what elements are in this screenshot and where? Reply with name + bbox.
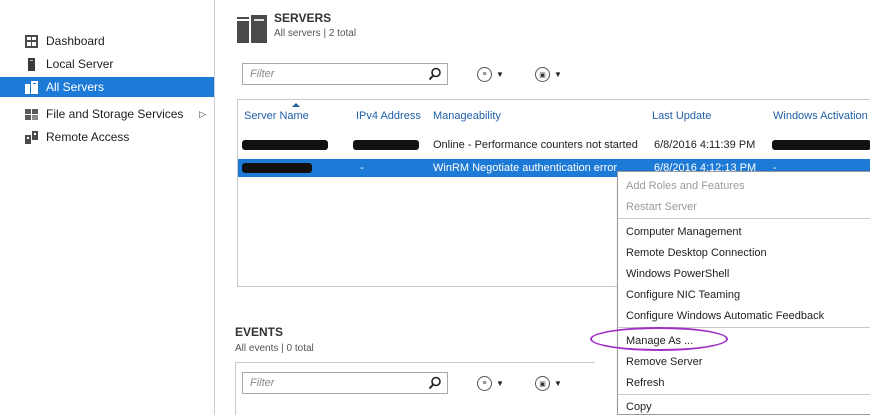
save-query-button[interactable]: ▣ ▼ bbox=[535, 67, 562, 82]
sidebar-item-all-servers[interactable]: All Servers bbox=[0, 77, 214, 97]
redacted-server-name bbox=[242, 163, 312, 173]
sidebar-item-file-storage[interactable]: File and Storage Services ▷ bbox=[0, 104, 214, 124]
cell-manageability: WinRM Negotiate authentication error bbox=[433, 162, 618, 174]
table-row[interactable]: Online - Performance counters not starte… bbox=[238, 136, 870, 154]
cell-last-update: 6/8/2016 4:11:39 PM bbox=[654, 139, 756, 151]
list-icon: ≡ bbox=[477, 376, 492, 391]
servers-subtitle: All servers | 2 total bbox=[274, 28, 357, 39]
menu-item-restart-server[interactable]: Restart Server bbox=[626, 201, 697, 213]
sidebar: Dashboard Local Server All Servers File … bbox=[0, 0, 215, 415]
chevron-down-icon: ▼ bbox=[554, 379, 562, 388]
redacted-ipv4 bbox=[353, 140, 419, 150]
events-filter-input[interactable] bbox=[243, 373, 423, 393]
menu-item-remove-server[interactable]: Remove Server bbox=[626, 356, 702, 368]
dashboard-icon bbox=[25, 34, 38, 48]
menu-separator bbox=[618, 394, 870, 395]
chevron-down-icon: ▼ bbox=[496, 379, 504, 388]
cell-ipv4: - bbox=[360, 162, 364, 174]
column-header-manageability[interactable]: Manageability bbox=[433, 110, 501, 122]
chevron-right-icon: ▷ bbox=[199, 108, 206, 119]
redacted-activation bbox=[772, 140, 870, 150]
servers-filter-box bbox=[242, 63, 448, 85]
menu-separator bbox=[618, 327, 870, 328]
sort-ascending-icon bbox=[292, 103, 300, 107]
events-filter-box bbox=[242, 372, 448, 394]
sidebar-item-label: File and Storage Services bbox=[46, 107, 184, 121]
events-save-query-button[interactable]: ▣ ▼ bbox=[535, 376, 562, 391]
menu-item-computer-management[interactable]: Computer Management bbox=[626, 226, 742, 238]
menu-item-automatic-feedback[interactable]: Configure Windows Automatic Feedback bbox=[626, 310, 824, 322]
chevron-down-icon: ▼ bbox=[496, 70, 504, 79]
menu-item-copy[interactable]: Copy bbox=[626, 401, 652, 413]
context-menu: Add Roles and Features Restart Server Co… bbox=[617, 171, 870, 415]
column-header-last-update[interactable]: Last Update bbox=[652, 110, 711, 122]
sidebar-item-label: All Servers bbox=[46, 80, 105, 94]
menu-separator bbox=[618, 218, 870, 219]
servers-filter-input[interactable] bbox=[243, 64, 423, 84]
sidebar-item-label: Local Server bbox=[46, 57, 114, 71]
servers-tile-icon bbox=[237, 15, 267, 43]
column-header-server-name[interactable]: Server Name bbox=[244, 103, 309, 122]
menu-item-manage-as[interactable]: Manage As ... bbox=[626, 335, 693, 347]
events-title: EVENTS bbox=[235, 325, 284, 339]
server-icon bbox=[25, 57, 38, 71]
save-icon: ▣ bbox=[535, 67, 550, 82]
chevron-down-icon: ▼ bbox=[554, 70, 562, 79]
servers-title: SERVERS bbox=[274, 11, 332, 25]
menu-item-nic-teaming[interactable]: Configure NIC Teaming bbox=[626, 289, 740, 301]
menu-item-powershell[interactable]: Windows PowerShell bbox=[626, 268, 729, 280]
sidebar-item-remote-access[interactable]: Remote Access bbox=[0, 127, 214, 147]
menu-item-remote-desktop[interactable]: Remote Desktop Connection bbox=[626, 247, 767, 259]
storage-icon bbox=[25, 108, 38, 121]
search-icon[interactable] bbox=[428, 67, 442, 81]
servers-icon bbox=[25, 80, 38, 94]
menu-item-add-roles[interactable]: Add Roles and Features bbox=[626, 180, 745, 192]
cell-manageability: Online - Performance counters not starte… bbox=[433, 139, 638, 151]
redacted-server-name bbox=[242, 140, 328, 150]
menu-item-refresh[interactable]: Refresh bbox=[626, 377, 665, 389]
save-icon: ▣ bbox=[535, 376, 550, 391]
column-header-ipv4[interactable]: IPv4 Address bbox=[356, 110, 421, 122]
sidebar-item-label: Dashboard bbox=[46, 34, 105, 48]
remote-access-icon bbox=[25, 130, 38, 144]
events-subtitle: All events | 0 total bbox=[235, 343, 314, 354]
list-icon: ≡ bbox=[477, 67, 492, 82]
sidebar-item-dashboard[interactable]: Dashboard bbox=[0, 31, 214, 51]
sidebar-item-local-server[interactable]: Local Server bbox=[0, 54, 214, 74]
sidebar-item-label: Remote Access bbox=[46, 130, 130, 144]
search-icon[interactable] bbox=[428, 376, 442, 390]
column-header-windows-activation[interactable]: Windows Activation bbox=[773, 110, 868, 122]
list-options-button[interactable]: ≡ ▼ bbox=[477, 67, 504, 82]
events-list-options-button[interactable]: ≡ ▼ bbox=[477, 376, 504, 391]
